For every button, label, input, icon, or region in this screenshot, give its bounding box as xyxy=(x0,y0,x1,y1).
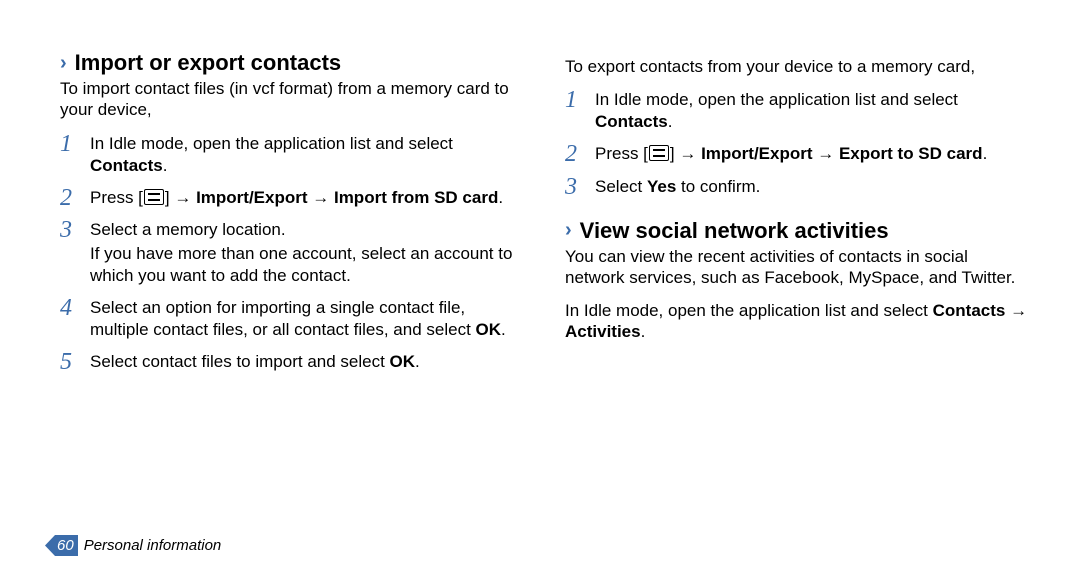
step-text: Press [ xyxy=(90,188,143,207)
footer-section: Personal information xyxy=(84,537,222,554)
step-number: 2 xyxy=(60,183,72,214)
chevron-right-icon: › xyxy=(565,219,572,242)
step-text: . xyxy=(415,352,420,371)
text: In Idle mode, open the application list … xyxy=(565,301,933,320)
step-number: 3 xyxy=(565,172,577,203)
menu-icon xyxy=(144,189,164,205)
bold-text: OK xyxy=(390,352,416,371)
step-text: Press [ xyxy=(595,144,648,163)
footer: 60 Personal information xyxy=(55,535,221,556)
section-heading-social: › View social network activities xyxy=(565,218,1030,244)
text: . xyxy=(641,322,646,341)
list-item: 3 Select a memory location. If you have … xyxy=(60,219,525,287)
bold-text: Contacts xyxy=(90,156,163,175)
intro-paragraph: To export contacts from your device to a… xyxy=(565,56,1030,77)
step-number: 4 xyxy=(60,293,72,324)
steps-list-left: 1 In Idle mode, open the application lis… xyxy=(60,133,525,374)
body-paragraph: In Idle mode, open the application list … xyxy=(565,300,1030,343)
intro-paragraph: You can view the recent activities of co… xyxy=(565,246,1030,289)
steps-list-right: 1 In Idle mode, open the application lis… xyxy=(565,89,1030,197)
page-content: › Import or export contacts To import co… xyxy=(0,0,1080,520)
list-item: 5 Select contact files to import and sel… xyxy=(60,351,525,373)
step-number: 5 xyxy=(60,347,72,378)
bold-text: Contacts xyxy=(595,112,668,131)
list-item: 1 In Idle mode, open the application lis… xyxy=(60,133,525,177)
list-item: 3 Select Yes to confirm. xyxy=(565,176,1030,198)
menu-icon xyxy=(649,145,669,161)
step-text: Select a memory location. xyxy=(90,220,286,239)
step-number: 3 xyxy=(60,215,72,246)
section-heading-import-export: › Import or export contacts xyxy=(60,50,525,76)
step-number: 2 xyxy=(565,139,577,170)
chevron-right-icon: › xyxy=(60,52,67,75)
step-text: . xyxy=(498,188,503,207)
step-text: . xyxy=(501,320,506,339)
bold-text: Import/Export → Import from SD card xyxy=(196,188,498,207)
bold-text: Yes xyxy=(647,177,676,196)
text: → xyxy=(1005,301,1027,320)
step-text: Select an option for importing a single … xyxy=(90,298,476,339)
step-number: 1 xyxy=(565,85,577,116)
step-text: Select xyxy=(595,177,647,196)
step-text: . xyxy=(668,112,673,131)
step-text: to confirm. xyxy=(676,177,760,196)
heading-text: View social network activities xyxy=(580,218,889,244)
intro-paragraph: To import contact files (in vcf format) … xyxy=(60,78,525,121)
list-item: 2 Press [] → Import/Export → Import from… xyxy=(60,187,525,209)
right-column: To export contacts from your device to a… xyxy=(565,50,1030,520)
list-item: 4 Select an option for importing a singl… xyxy=(60,297,525,341)
step-number: 1 xyxy=(60,129,72,160)
bold-text: Activities xyxy=(565,322,641,341)
bold-text: Contacts xyxy=(933,301,1006,320)
sub-text: If you have more than one account, selec… xyxy=(90,243,525,287)
step-text: . xyxy=(983,144,988,163)
step-text: In Idle mode, open the application list … xyxy=(90,134,453,153)
list-item: 1 In Idle mode, open the application lis… xyxy=(565,89,1030,133)
step-text: In Idle mode, open the application list … xyxy=(595,90,958,109)
list-item: 2 Press [] → Import/Export → Export to S… xyxy=(565,143,1030,165)
step-text: Select contact files to import and selec… xyxy=(90,352,390,371)
step-text: ] → xyxy=(165,188,196,207)
left-column: › Import or export contacts To import co… xyxy=(60,50,525,520)
step-text: . xyxy=(163,156,168,175)
heading-text: Import or export contacts xyxy=(75,50,341,76)
bold-text: OK xyxy=(476,320,502,339)
page-number: 60 xyxy=(55,535,78,556)
bold-text: Import/Export → Export to SD card xyxy=(701,144,982,163)
step-text: ] → xyxy=(670,144,701,163)
